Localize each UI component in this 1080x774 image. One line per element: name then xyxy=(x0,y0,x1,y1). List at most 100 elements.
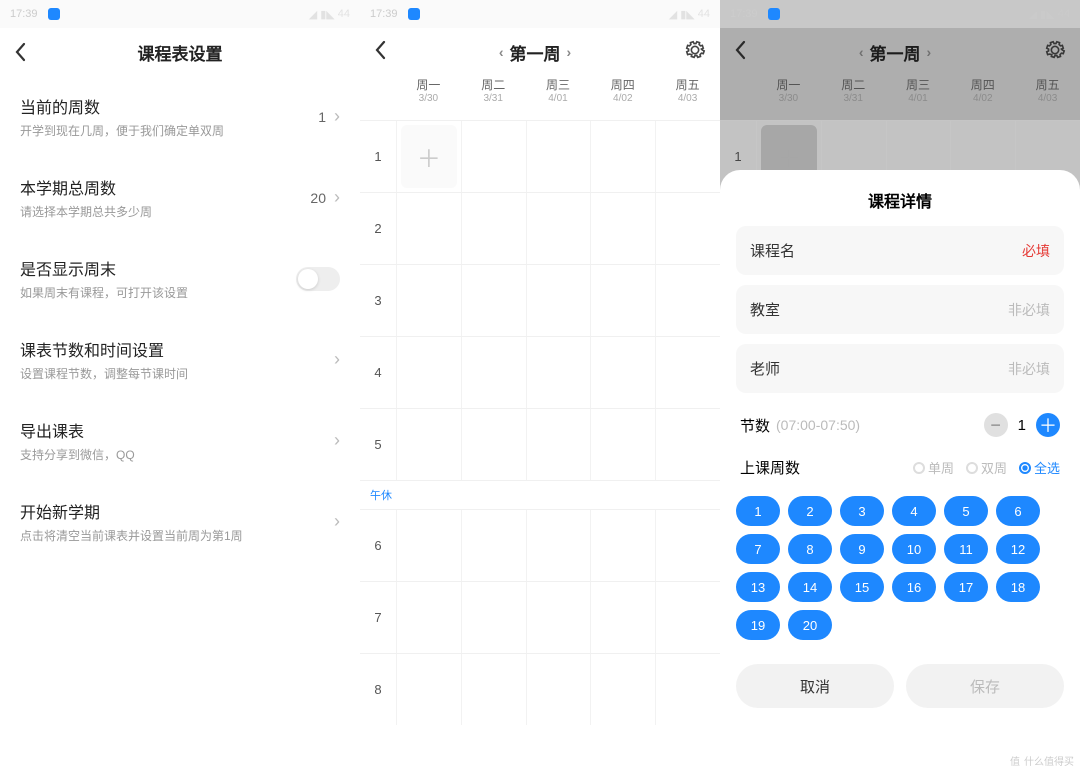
setting-item[interactable]: 导出课表支持分享到微信，QQ› xyxy=(0,400,360,481)
course-detail-screen: 17:39 ◢ ▮◣ 44 ‹第一周› 周一3/30周二3/31周三4/01周四… xyxy=(720,0,1080,774)
radio-icon xyxy=(1019,462,1031,474)
period-number: 7 xyxy=(360,582,396,653)
week-chip[interactable]: 20 xyxy=(788,610,832,640)
week-chip[interactable]: 3 xyxy=(840,496,884,526)
timetable-cell[interactable] xyxy=(396,654,461,725)
timetable-cell[interactable] xyxy=(655,510,720,581)
setting-subtitle: 设置课程节数，调整每节课时间 xyxy=(20,365,334,382)
timetable-cell[interactable] xyxy=(655,654,720,725)
teacher-field[interactable]: 老师 非必填 xyxy=(736,344,1064,393)
week-chip[interactable]: 13 xyxy=(736,572,780,602)
period-row: 3 xyxy=(360,264,720,336)
radio-icon xyxy=(913,462,925,474)
week-chip[interactable]: 18 xyxy=(996,572,1040,602)
status-time: 17:39 xyxy=(10,8,38,20)
back-icon[interactable] xyxy=(374,40,386,65)
week-chip[interactable]: 1 xyxy=(736,496,780,526)
week-chip[interactable]: 16 xyxy=(892,572,936,602)
timetable-cell[interactable] xyxy=(655,121,720,192)
setting-item[interactable]: 开始新学期点击将清空当前课表并设置当前周为第1周› xyxy=(0,481,360,562)
timetable-cell[interactable] xyxy=(461,121,526,192)
timetable-cell[interactable] xyxy=(396,510,461,581)
setting-item[interactable]: 当前的周数开学到现在几周，便于我们确定单双周1› xyxy=(0,76,360,157)
timetable-cell[interactable] xyxy=(461,654,526,725)
minus-icon[interactable]: − xyxy=(984,413,1008,437)
week-chip[interactable]: 17 xyxy=(944,572,988,602)
setting-subtitle: 点击将清空当前课表并设置当前周为第1周 xyxy=(20,527,334,544)
gear-icon[interactable] xyxy=(684,39,706,66)
timetable-cell[interactable] xyxy=(396,337,461,408)
timetable-cell[interactable] xyxy=(461,409,526,480)
timetable-cell[interactable] xyxy=(655,193,720,264)
day-header: 周一3/30 xyxy=(756,76,821,120)
timetable-cell[interactable] xyxy=(590,265,655,336)
timetable-cell[interactable] xyxy=(655,337,720,408)
course-name-field[interactable]: 课程名 必填 xyxy=(736,226,1064,275)
timetable-cell[interactable] xyxy=(655,265,720,336)
save-button[interactable]: 保存 xyxy=(906,664,1064,708)
timetable-cell[interactable] xyxy=(590,337,655,408)
week-chip[interactable]: 19 xyxy=(736,610,780,640)
timetable-cell[interactable] xyxy=(526,193,591,264)
timetable-cell[interactable] xyxy=(396,582,461,653)
timetable-cell[interactable] xyxy=(396,265,461,336)
week-filter-radio[interactable]: 全选 xyxy=(1019,458,1060,477)
week-chip[interactable]: 10 xyxy=(892,534,936,564)
timetable-cell[interactable] xyxy=(526,654,591,725)
week-selector[interactable]: ‹ 第一周 › xyxy=(499,40,571,65)
timetable-cell[interactable] xyxy=(526,510,591,581)
period-row: 2 xyxy=(360,192,720,264)
plus-icon[interactable]: ＋ xyxy=(1036,413,1060,437)
timetable-cell[interactable] xyxy=(590,409,655,480)
week-chip[interactable]: 7 xyxy=(736,534,780,564)
radio-icon xyxy=(966,462,978,474)
week-chip[interactable]: 8 xyxy=(788,534,832,564)
week-chip[interactable]: 2 xyxy=(788,496,832,526)
status-bar: 17:39 ◢ ▮◣ 44 xyxy=(720,0,1080,28)
back-icon[interactable] xyxy=(14,42,26,67)
timetable-cell[interactable] xyxy=(655,409,720,480)
week-filter-radio[interactable]: 单周 xyxy=(913,458,954,477)
timetable-cell[interactable] xyxy=(526,409,591,480)
timetable-cell[interactable] xyxy=(461,193,526,264)
timetable-cell[interactable] xyxy=(461,510,526,581)
setting-value: 1 xyxy=(318,109,326,125)
week-chip[interactable]: 14 xyxy=(788,572,832,602)
timetable-cell[interactable]: ＋ xyxy=(396,121,461,192)
timetable-cell[interactable] xyxy=(526,121,591,192)
timetable-cell[interactable] xyxy=(655,582,720,653)
timetable-cell[interactable] xyxy=(590,193,655,264)
timetable-cell[interactable] xyxy=(590,510,655,581)
week-chip[interactable]: 15 xyxy=(840,572,884,602)
timetable-cell[interactable] xyxy=(590,121,655,192)
period-row: 7 xyxy=(360,581,720,653)
toggle-switch[interactable] xyxy=(296,267,340,291)
week-chip[interactable]: 11 xyxy=(944,534,988,564)
timetable-cell[interactable] xyxy=(590,582,655,653)
setting-item[interactable]: 课表节数和时间设置设置课程节数，调整每节课时间› xyxy=(0,319,360,400)
timetable-cell[interactable] xyxy=(396,409,461,480)
timetable-cell[interactable] xyxy=(526,265,591,336)
week-filter-radio[interactable]: 双周 xyxy=(966,458,1007,477)
period-stepper: − 1 ＋ xyxy=(984,413,1060,437)
week-chip[interactable]: 6 xyxy=(996,496,1040,526)
timetable-cell[interactable] xyxy=(461,582,526,653)
period-row: 5 xyxy=(360,408,720,480)
timetable-cell[interactable] xyxy=(461,337,526,408)
day-header: 周五4/03 xyxy=(1015,76,1080,120)
timetable-cell[interactable] xyxy=(526,582,591,653)
timetable-cell[interactable] xyxy=(396,193,461,264)
setting-item[interactable]: 是否显示周末如果周末有课程，可打开该设置 xyxy=(0,238,360,319)
cancel-button[interactable]: 取消 xyxy=(736,664,894,708)
add-course-icon[interactable]: ＋ xyxy=(401,125,457,188)
week-chip[interactable]: 5 xyxy=(944,496,988,526)
timetable-cell[interactable] xyxy=(590,654,655,725)
classroom-field[interactable]: 教室 非必填 xyxy=(736,285,1064,334)
timetable-cell[interactable] xyxy=(526,337,591,408)
timetable-cell[interactable] xyxy=(461,265,526,336)
period-number: 1 xyxy=(360,121,396,192)
week-chip[interactable]: 12 xyxy=(996,534,1040,564)
week-chip[interactable]: 4 xyxy=(892,496,936,526)
setting-item[interactable]: 本学期总周数请选择本学期总共多少周20› xyxy=(0,157,360,238)
week-chip[interactable]: 9 xyxy=(840,534,884,564)
